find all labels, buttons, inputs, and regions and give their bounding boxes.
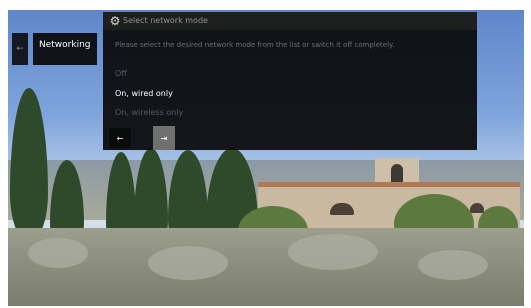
dialog-description: Please select the desired network mode f… xyxy=(115,41,395,49)
back-arrow-icon: ← xyxy=(16,44,24,54)
church-window xyxy=(330,203,354,215)
bell xyxy=(391,164,403,184)
tab-networking[interactable]: Networking xyxy=(33,33,97,65)
cypress-tree xyxy=(10,88,48,238)
gear-icon: ⚙ xyxy=(109,14,121,28)
shrub-highlight xyxy=(28,238,88,268)
menu-back-button[interactable]: ← xyxy=(12,33,28,65)
dialog-title: Select network mode xyxy=(123,16,208,25)
tab-networking-label: Networking xyxy=(39,40,91,50)
back-button[interactable]: ← xyxy=(109,128,131,148)
olive-shrubs xyxy=(8,228,524,306)
shrub-highlight xyxy=(418,250,488,280)
shrub-highlight xyxy=(148,246,228,280)
church-window xyxy=(470,203,484,213)
option-wireless-only[interactable]: On, wireless only xyxy=(115,108,183,117)
dialog-header: ⚙ Select network mode xyxy=(103,12,477,30)
forward-arrow-icon: ⇥ xyxy=(160,134,168,143)
option-off[interactable]: Off xyxy=(115,69,127,78)
option-wired-only[interactable]: On, wired only xyxy=(115,89,173,98)
shrub-highlight xyxy=(288,234,378,270)
back-arrow-icon: ← xyxy=(116,134,124,143)
forward-button[interactable]: ⇥ xyxy=(153,126,175,150)
